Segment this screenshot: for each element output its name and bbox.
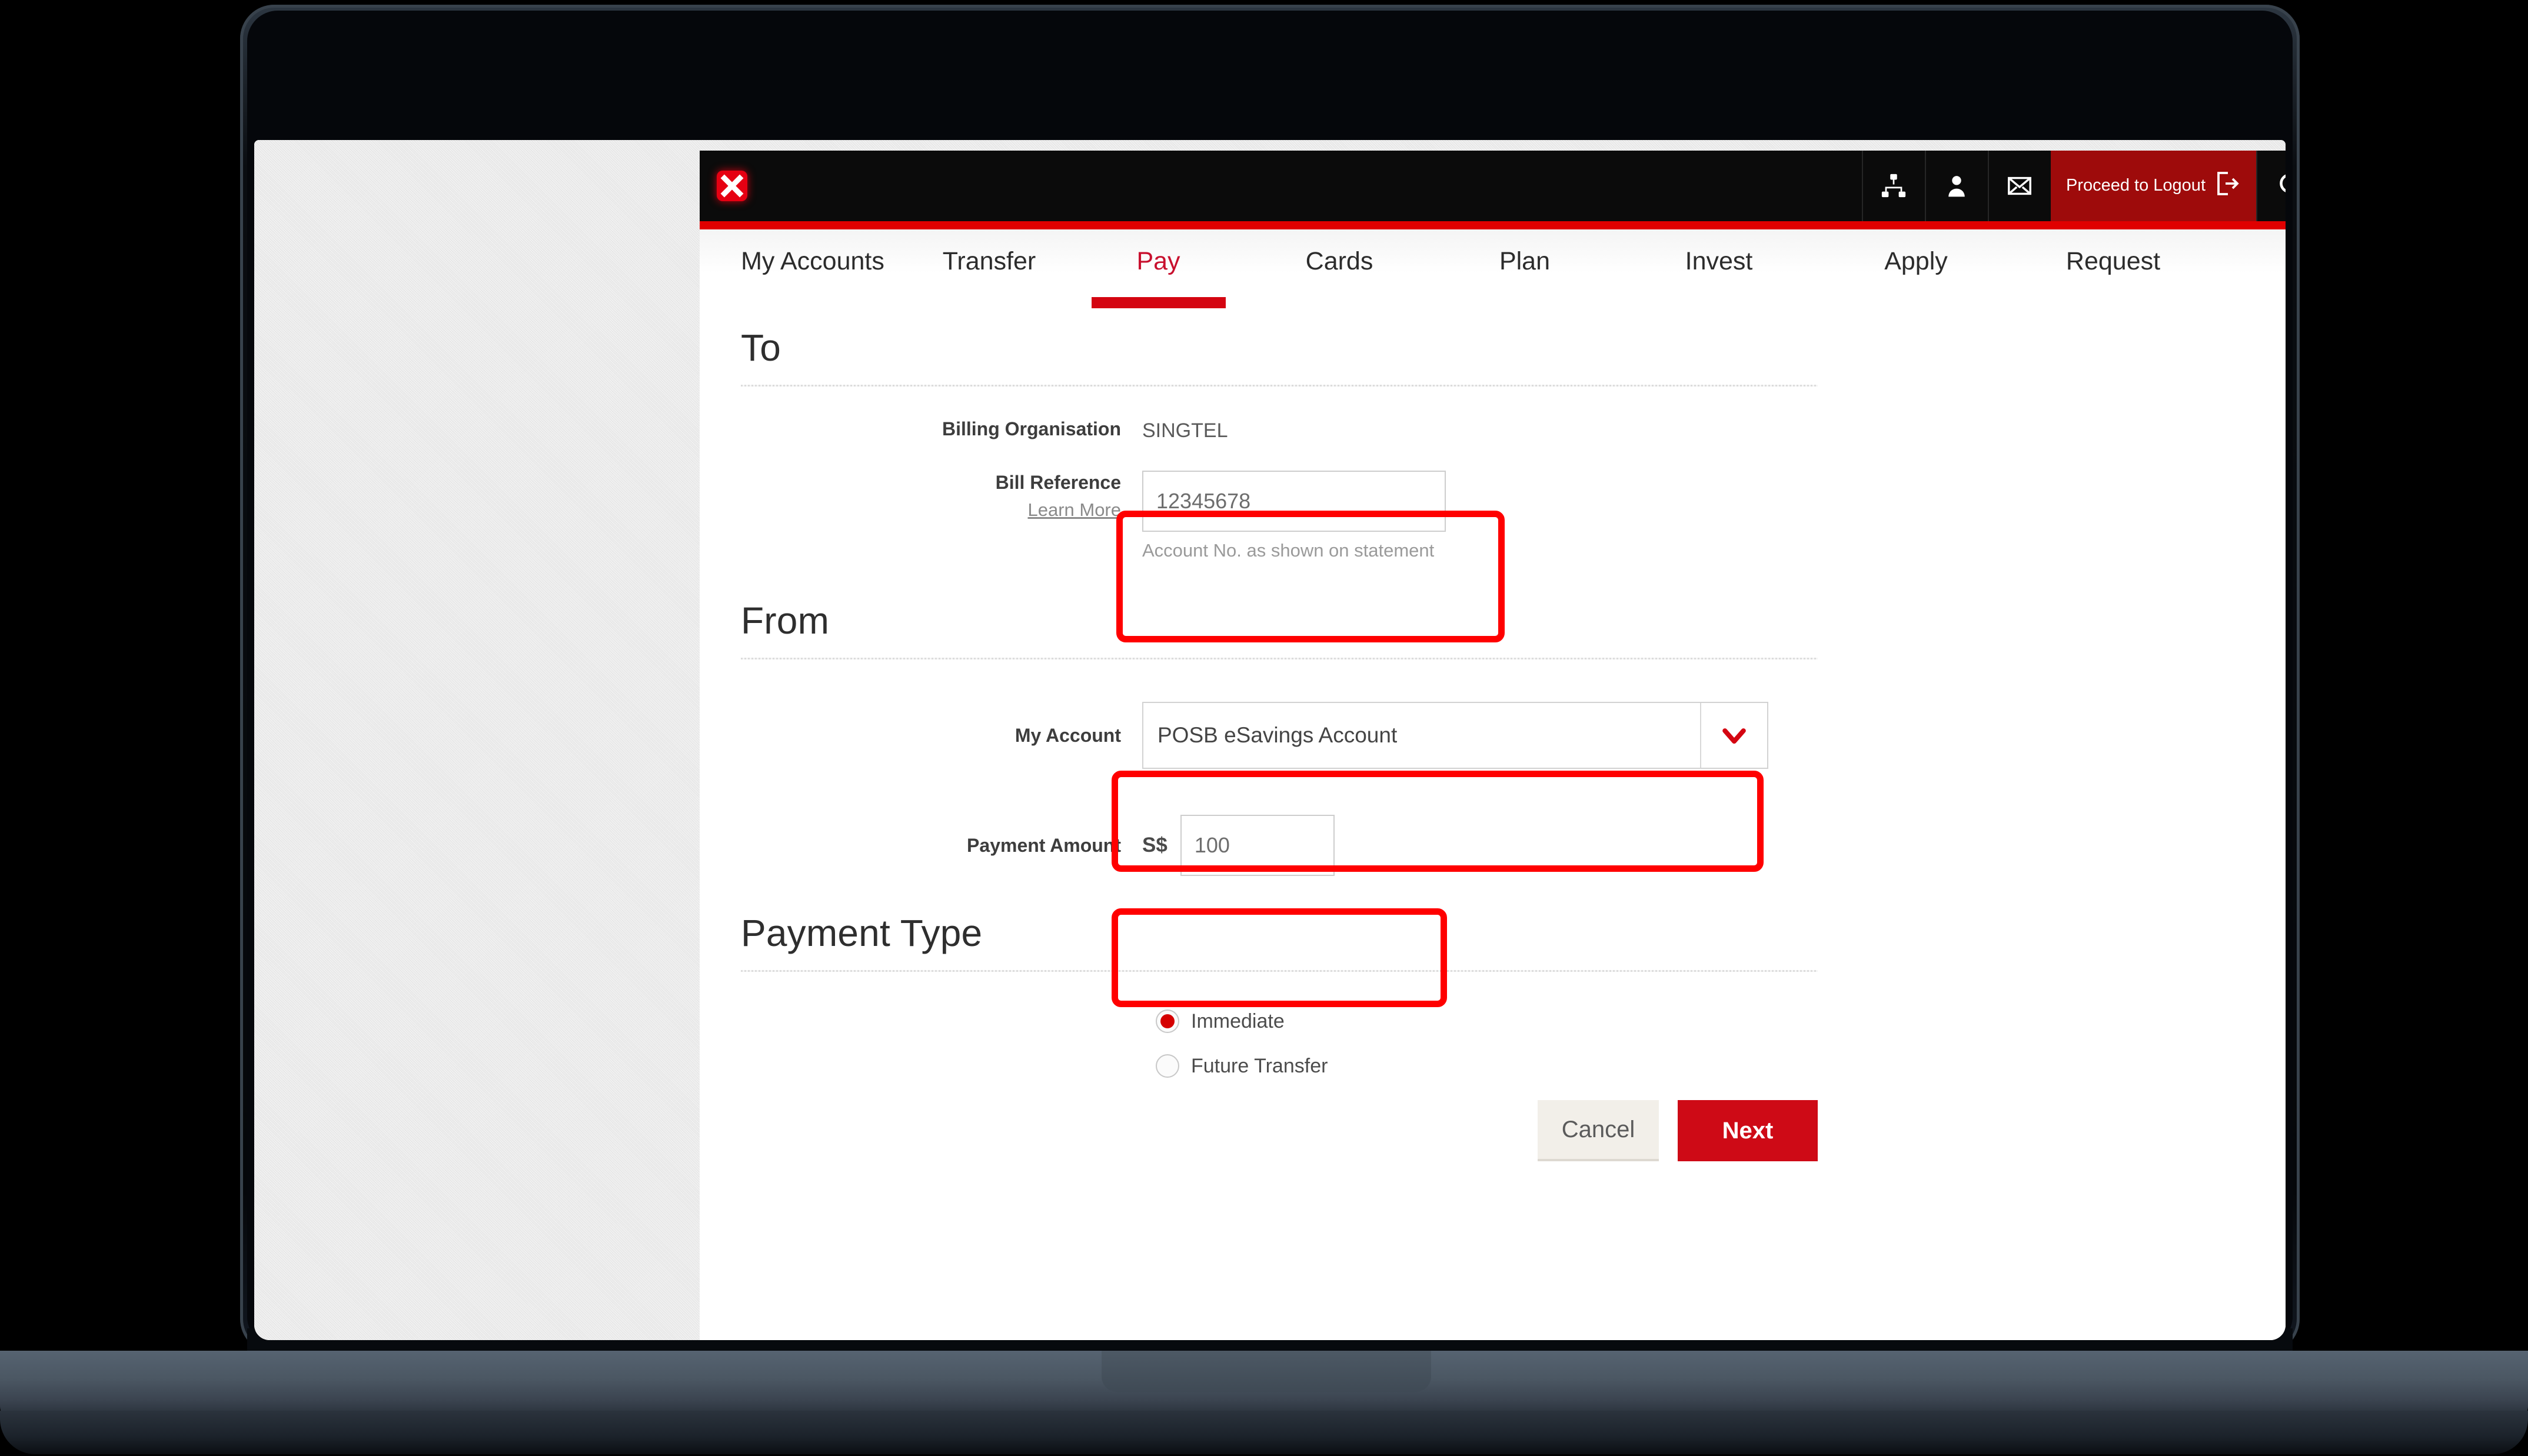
billing-organisation-value: SINGTEL: [1142, 419, 1228, 442]
to-section-heading: To: [741, 326, 781, 369]
learn-more-link[interactable]: Learn More: [741, 499, 1121, 522]
my-account-select[interactable]: POSB eSavings Account: [1142, 702, 1768, 769]
active-tab-indicator: [1091, 297, 1226, 308]
radio-immediate-indicator[interactable]: [1156, 1009, 1179, 1033]
payment-amount-label: Payment Amount: [967, 835, 1121, 856]
laptop-display: Proceed to Logout My Accounts Transfer P…: [254, 140, 2286, 1340]
nav-label: Cards: [1305, 247, 1373, 275]
brand-red-divider: [700, 221, 2286, 229]
payment-amount-group: S$: [1142, 815, 1335, 876]
bill-reference-hint: Account No. as shown on statement: [1142, 540, 1435, 561]
dbs-logo-mark: [717, 171, 747, 201]
laptop-base-lip: [0, 1411, 2528, 1454]
nav-label: Plan: [1499, 247, 1551, 275]
payment-type-options: Immediate Future Transfer: [741, 1009, 2286, 1078]
dbs-logo[interactable]: [700, 151, 764, 221]
nav-label: Transfer: [942, 247, 1036, 275]
screenshot-stage: Proceed to Logout My Accounts Transfer P…: [0, 0, 2528, 1456]
currency-label: S$: [1142, 834, 1167, 857]
proceed-to-logout-button[interactable]: Proceed to Logout: [2050, 151, 2256, 221]
radio-future-transfer-label: Future Transfer: [1191, 1054, 1328, 1077]
nav-tab-cards[interactable]: Cards: [1251, 229, 1428, 308]
search-icon[interactable]: [2256, 151, 2286, 221]
my-account-selected-value: POSB eSavings Account: [1157, 723, 1398, 747]
nav-tab-request[interactable]: Request: [2016, 229, 2210, 308]
bill-reference-input[interactable]: [1142, 471, 1446, 532]
utility-bar-spacer: [764, 151, 1862, 221]
utility-bar: Proceed to Logout: [700, 151, 2286, 221]
nav-tab-pay[interactable]: Pay: [1066, 229, 1251, 308]
billing-organisation-row: Billing Organisation SINGTEL: [741, 417, 2286, 442]
section-divider: [741, 385, 1818, 387]
section-divider: [741, 658, 1818, 659]
nav-label: My Accounts: [741, 247, 884, 275]
nav-label: Apply: [1884, 247, 1948, 275]
mail-icon[interactable]: [1987, 151, 2051, 221]
next-button[interactable]: Next: [1678, 1100, 1818, 1161]
sitemap-icon[interactable]: [1861, 151, 1925, 221]
cancel-button[interactable]: Cancel: [1538, 1100, 1659, 1161]
bill-reference-row: Bill Reference Learn More Account No. as…: [741, 471, 2286, 561]
form-actions: Cancel Next: [741, 1100, 1818, 1161]
nav-label: Invest: [1685, 247, 1753, 275]
chevron-down-icon[interactable]: [1701, 703, 1767, 768]
from-section-heading: From: [741, 599, 830, 642]
payment-form: To Billing Organisation SINGTEL Bill Ref…: [700, 308, 2286, 1340]
logout-button-label: Proceed to Logout: [2065, 176, 2206, 195]
banking-page: Proceed to Logout My Accounts Transfer P…: [700, 151, 2286, 1340]
user-icon[interactable]: [1924, 151, 1988, 221]
payment-type-heading: Payment Type: [741, 912, 983, 954]
my-account-row: My Account POSB eSavings Account: [741, 702, 2286, 769]
radio-option-immediate[interactable]: Immediate: [1156, 1009, 2286, 1033]
radio-immediate-label: Immediate: [1191, 1009, 1285, 1032]
nav-tab-invest[interactable]: Invest: [1622, 229, 1816, 308]
bill-reference-label-text: Bill Reference: [995, 472, 1121, 493]
laptop-trackpad-notch: [1102, 1351, 1431, 1392]
main-navigation: My Accounts Transfer Pay Cards Plan Inve…: [700, 229, 2286, 308]
radio-future-transfer-indicator[interactable]: [1156, 1054, 1179, 1078]
payment-amount-input[interactable]: [1180, 815, 1335, 876]
nav-label: Request: [2065, 247, 2161, 275]
nav-tab-apply[interactable]: Apply: [1816, 229, 2016, 308]
nav-tab-my-accounts[interactable]: My Accounts: [713, 229, 913, 308]
nav-label: Pay: [1136, 247, 1180, 275]
my-account-label: My Account: [1014, 725, 1121, 746]
radio-option-future-transfer[interactable]: Future Transfer: [1156, 1054, 2286, 1078]
bill-reference-label: Bill Reference Learn More: [741, 471, 1142, 522]
bill-reference-field-group: Account No. as shown on statement: [1142, 471, 1446, 561]
logout-icon: [2213, 169, 2241, 202]
section-divider: [741, 970, 1818, 972]
nav-tab-plan[interactable]: Plan: [1428, 229, 1622, 308]
billing-organisation-label: Billing Organisation: [942, 418, 1121, 439]
payment-amount-row: Payment Amount S$: [741, 815, 2286, 876]
nav-tab-transfer[interactable]: Transfer: [913, 229, 1066, 308]
